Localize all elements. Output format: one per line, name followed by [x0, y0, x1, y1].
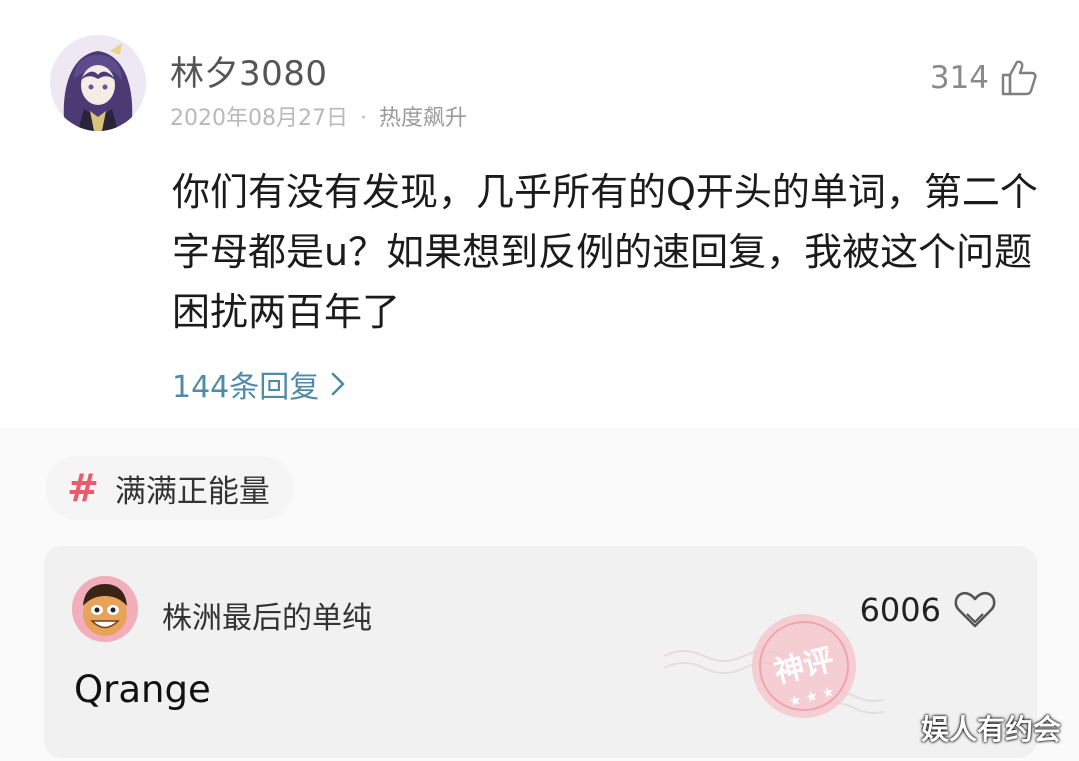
stamp-icon: 神评 ★ ★ ★ — [664, 614, 884, 718]
user-avatar[interactable] — [50, 35, 146, 131]
avatar-image — [72, 576, 138, 642]
hot-comment-card[interactable]: 神评 ★ ★ ★ 株洲最后的单纯 6006 Qrange — [44, 546, 1037, 758]
post-like-button[interactable]: 314 — [930, 58, 1039, 98]
comment-like-button[interactable]: 6006 — [860, 590, 997, 630]
hot-label: 热度飙升 — [378, 106, 467, 131]
post-date: 2020年08月27日 — [170, 106, 348, 131]
watermark: 娱人有约会 — [920, 713, 1061, 746]
post-username[interactable]: 林夕3080 — [170, 46, 328, 95]
comment-like-count: 6006 — [859, 591, 941, 629]
post-meta: 2020年08月27日 · 热度飙升 — [170, 100, 467, 132]
heart-icon — [954, 591, 996, 628]
hash-icon: # — [67, 466, 99, 510]
avatar-image — [50, 35, 146, 131]
topic-tag[interactable]: # 满满正能量 — [45, 456, 294, 520]
replies-label: 144条回复 — [172, 370, 320, 405]
thumbs-up-icon — [1001, 60, 1037, 96]
post: 林夕3080 2020年08月27日 · 热度飙升 314 你们有没有发现，几乎所有… — [0, 0, 1079, 428]
post-content: 你们有没有发现，几乎所有的Q开头的单词，第二个字母都是u？如果想到反例的速回复，… — [172, 170, 1038, 334]
commenter-avatar[interactable] — [72, 576, 138, 642]
topic-tag-label: 满满正能量 — [114, 473, 270, 510]
chevron-right-icon — [331, 372, 345, 396]
comment-text: Qrange — [74, 668, 211, 711]
view-replies-link[interactable]: 144条回复 — [172, 362, 349, 406]
meta-separator: · — [359, 106, 367, 131]
commenter-username[interactable]: 株洲最后的单纯 — [162, 593, 372, 637]
post-like-count: 314 — [929, 60, 989, 96]
